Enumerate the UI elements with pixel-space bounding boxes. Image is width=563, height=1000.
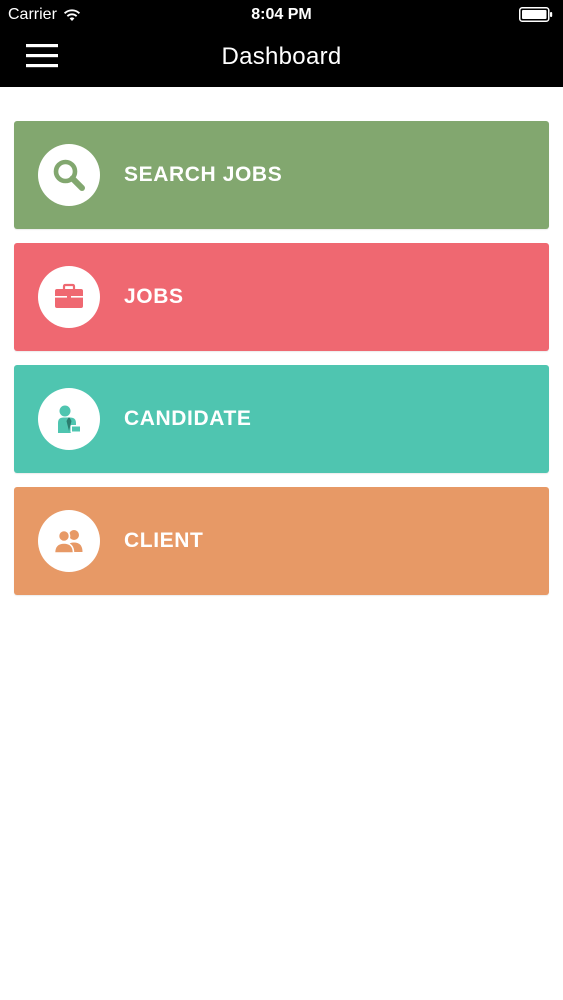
page-title: Dashboard	[221, 43, 342, 70]
jobs-tile[interactable]: JOBS	[14, 243, 549, 351]
candidate-icon-circle	[38, 388, 100, 450]
jobs-label: JOBS	[124, 285, 184, 308]
dashboard-tiles: SEARCH JOBS JOBS CANDIDATE CLIENT	[14, 121, 549, 609]
client-group-icon	[53, 529, 83, 554]
search-icon-circle	[38, 144, 100, 206]
briefcase-icon-circle	[38, 266, 100, 328]
candidate-icon	[58, 405, 82, 433]
status-time: 8:04 PM	[251, 6, 312, 23]
candidate-tile[interactable]: CANDIDATE	[14, 365, 549, 473]
briefcase-icon	[55, 283, 83, 308]
client-label: CLIENT	[124, 529, 204, 552]
status-bar: Carrier 8:04 PM	[0, 0, 563, 30]
search-icon	[53, 159, 85, 191]
battery-icon	[519, 7, 553, 22]
navigation-bar: Dashboard	[0, 30, 563, 87]
app-header: Carrier 8:04 PM Dashboard	[0, 0, 563, 87]
search-jobs-tile[interactable]: SEARCH JOBS	[14, 121, 549, 229]
candidate-label: CANDIDATE	[124, 407, 252, 430]
client-group-icon-circle	[38, 510, 100, 572]
search-jobs-label: SEARCH JOBS	[124, 163, 283, 186]
client-tile[interactable]: CLIENT	[14, 487, 549, 595]
